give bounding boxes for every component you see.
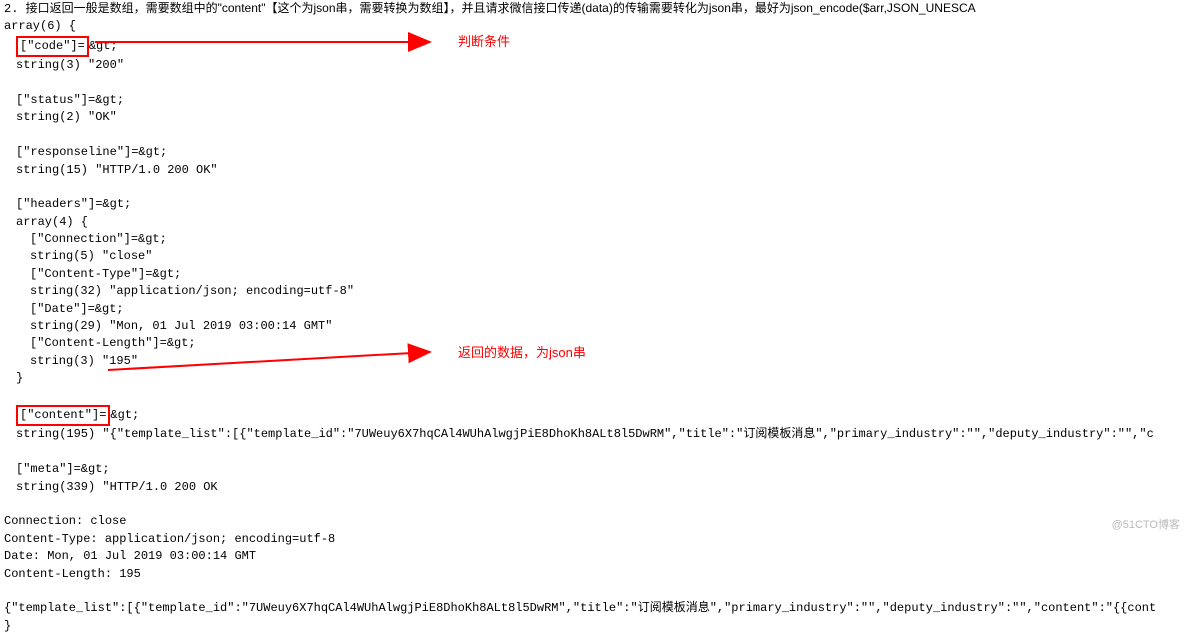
array-open: array(6) { [0,18,1184,35]
meta-val: string(339) "HTTP/1.0 200 OK [0,479,1184,496]
intro-prefix: 2. [4,2,26,16]
annotation-return-data: 返回的数据，为json串 [458,344,586,363]
intro-body: 接口返回一般是数组，需要数组中的"content"【这个为json串，需要转换为… [26,1,976,15]
watermark: @51CTO博客 [1112,518,1180,534]
status-key: ["status"]=&gt; [0,92,1184,109]
tail-json: {"template_list":[{"template_id":"7UWeuy… [0,600,1184,617]
code-gt: &gt; [89,39,118,53]
header-date-key: ["Date"]=&gt; [0,301,1184,318]
content-val: string(195) "{"template_list":[{"templat… [0,426,1184,443]
tail-close: } [0,618,1184,635]
tail-conn: Connection: close [0,513,1184,530]
tail-len: Content-Length: 195 [0,566,1184,583]
code-key-box: ["code"]= [16,36,89,57]
content-row: ["content"]= &gt; [0,405,1184,426]
code-val: string(3) "200" [0,57,1184,74]
header-conn-key: ["Connection"]=&gt; [0,231,1184,248]
headers-key: ["headers"]=&gt; [0,196,1184,213]
header-ct-key: ["Content-Type"]=&gt; [0,266,1184,283]
content-gt: &gt; [110,408,139,422]
code-key: ["code"]= [20,39,85,53]
headers-close: } [0,370,1184,387]
responseline-key: ["responseline"]=&gt; [0,144,1184,161]
header-len-val: string(3) "195" [0,353,1184,370]
meta-key: ["meta"]=&gt; [0,461,1184,478]
header-date-val: string(29) "Mon, 01 Jul 2019 03:00:14 GM… [0,318,1184,335]
intro-text: 2. 接口返回一般是数组，需要数组中的"content"【这个为json串，需要… [0,0,1184,18]
tail-ct: Content-Type: application/json; encoding… [0,531,1184,548]
content-key-box: ["content"]= [16,405,110,426]
content-key: ["content"]= [20,408,106,422]
annotation-condition: 判断条件 [458,33,510,52]
header-conn-val: string(5) "close" [0,248,1184,265]
tail-date: Date: Mon, 01 Jul 2019 03:00:14 GMT [0,548,1184,565]
status-val: string(2) "OK" [0,109,1184,126]
header-ct-val: string(32) "application/json; encoding=u… [0,283,1184,300]
headers-open: array(4) { [0,214,1184,231]
header-len-key: ["Content-Length"]=&gt; [0,335,1184,352]
responseline-val: string(15) "HTTP/1.0 200 OK" [0,162,1184,179]
code-row: ["code"]= &gt; [0,36,1184,57]
